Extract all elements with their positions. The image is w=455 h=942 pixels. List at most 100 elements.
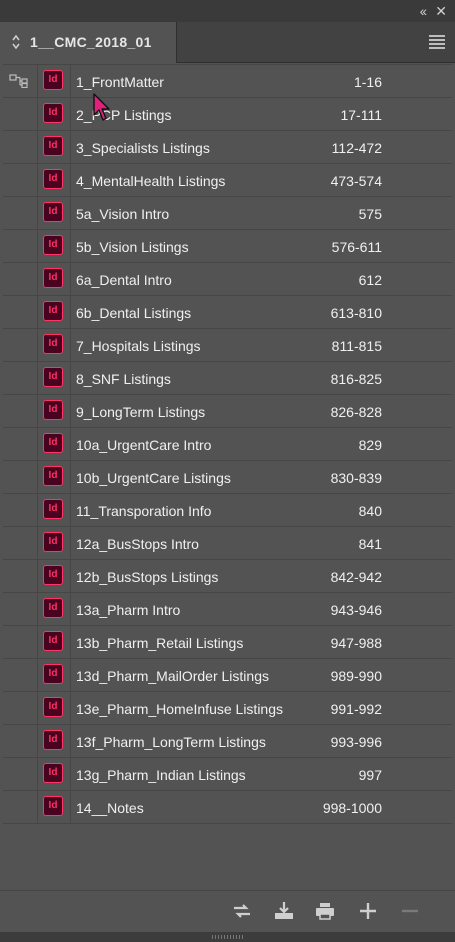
- document-icon-cell: Id: [38, 791, 71, 823]
- style-source-cell[interactable]: [3, 395, 38, 427]
- document-name: 13g_Pharm_Indian Listings: [76, 767, 246, 783]
- document-name: 13a_Pharm Intro: [76, 602, 181, 618]
- indesign-document-icon: Id: [43, 334, 63, 354]
- style-source-cell[interactable]: [3, 296, 38, 328]
- grip-dots-icon: [212, 935, 244, 939]
- document-icon-cell: Id: [38, 461, 71, 493]
- style-source-cell[interactable]: [3, 626, 38, 658]
- list-item[interactable]: Id 1_FrontMatter 1-16: [3, 65, 452, 98]
- page-range: 841: [358, 536, 382, 552]
- list-item[interactable]: Id 12b_BusStops Listings 842-942: [3, 560, 452, 593]
- style-source-cell[interactable]: [3, 164, 38, 196]
- document-name: 6a_Dental Intro: [76, 272, 172, 288]
- list-item[interactable]: Id 5a_Vision Intro 575: [3, 197, 452, 230]
- list-item[interactable]: Id 13d_Pharm_MailOrder Listings 989-990: [3, 659, 452, 692]
- tab-title: 1__CMC_2018_01: [30, 34, 152, 50]
- style-source-cell[interactable]: [3, 494, 38, 526]
- style-source-cell[interactable]: [3, 692, 38, 724]
- document-icon-cell: Id: [38, 65, 71, 97]
- indesign-document-icon: Id: [43, 169, 63, 189]
- close-panel-icon[interactable]: ✕: [435, 2, 447, 20]
- page-range: 943-946: [330, 602, 382, 618]
- list-item[interactable]: Id 14__Notes 998-1000: [3, 791, 452, 824]
- style-source-cell[interactable]: [3, 131, 38, 163]
- document-icon-cell: Id: [38, 428, 71, 460]
- list-item[interactable]: Id 13g_Pharm_Indian Listings 997: [3, 758, 452, 791]
- style-source-cell[interactable]: [3, 725, 38, 757]
- page-range: 816-825: [330, 371, 382, 387]
- document-name: 13b_Pharm_Retail Listings: [76, 635, 244, 651]
- list-item[interactable]: Id 6a_Dental Intro 612: [3, 263, 452, 296]
- document-icon-cell: Id: [38, 659, 71, 691]
- document-name: 12a_BusStops Intro: [76, 536, 199, 552]
- page-range: 473-574: [330, 173, 382, 189]
- list-item[interactable]: Id 4_MentalHealth Listings 473-574: [3, 164, 452, 197]
- sort-updown-icon: [12, 34, 20, 50]
- style-source-cell[interactable]: [3, 98, 38, 130]
- list-item[interactable]: Id 7_Hospitals Listings 811-815: [3, 329, 452, 362]
- style-source-cell[interactable]: [3, 791, 38, 823]
- style-source-cell[interactable]: [3, 428, 38, 460]
- document-icon-cell: Id: [38, 362, 71, 394]
- list-item[interactable]: Id 12a_BusStops Intro 841: [3, 527, 452, 560]
- style-source-cell[interactable]: [3, 230, 38, 262]
- list-item[interactable]: Id 13a_Pharm Intro 943-946: [3, 593, 452, 626]
- list-item[interactable]: Id 10b_UrgentCare Listings 830-839: [3, 461, 452, 494]
- add-icon[interactable]: [357, 900, 379, 922]
- tab-bar: 1__CMC_2018_01: [0, 22, 455, 63]
- list-item[interactable]: Id 6b_Dental Listings 613-810: [3, 296, 452, 329]
- collapse-panel-icon[interactable]: ‹‹: [420, 2, 427, 20]
- list-item[interactable]: Id 13f_Pharm_LongTerm Listings 993-996: [3, 725, 452, 758]
- indesign-document-icon: Id: [43, 796, 63, 816]
- style-source-cell[interactable]: [3, 758, 38, 790]
- page-range: 989-990: [330, 668, 382, 684]
- list-item[interactable]: Id 13b_Pharm_Retail Listings 947-988: [3, 626, 452, 659]
- style-source-cell[interactable]: [3, 659, 38, 691]
- list-item[interactable]: Id 3_Specialists Listings 112-472: [3, 131, 452, 164]
- document-icon-cell: Id: [38, 164, 71, 196]
- indesign-document-icon: Id: [43, 466, 63, 486]
- list-item[interactable]: Id 9_LongTerm Listings 826-828: [3, 395, 452, 428]
- indesign-document-icon: Id: [43, 565, 63, 585]
- style-source-cell[interactable]: [3, 527, 38, 559]
- indesign-document-icon: Id: [43, 268, 63, 288]
- bottom-toolbar: [0, 890, 455, 933]
- document-name: 10a_UrgentCare Intro: [76, 437, 212, 453]
- indesign-document-icon: Id: [43, 70, 63, 90]
- style-source-cell[interactable]: [3, 65, 38, 97]
- style-source-cell[interactable]: [3, 593, 38, 625]
- document-name: 4_MentalHealth Listings: [76, 173, 226, 189]
- document-icon-cell: Id: [38, 560, 71, 592]
- document-icon-cell: Id: [38, 527, 71, 559]
- tab-book[interactable]: 1__CMC_2018_01: [0, 22, 177, 63]
- list-item[interactable]: Id 10a_UrgentCare Intro 829: [3, 428, 452, 461]
- list-item[interactable]: Id 11_Transporation Info 840: [3, 494, 452, 527]
- style-source-cell[interactable]: [3, 263, 38, 295]
- page-range: 811-815: [331, 338, 382, 354]
- document-name: 2_PCP Listings: [76, 107, 172, 123]
- style-source-cell[interactable]: [3, 362, 38, 394]
- resize-grip[interactable]: [0, 932, 455, 942]
- page-range: 830-839: [330, 470, 382, 486]
- list-item[interactable]: Id 8_SNF Listings 816-825: [3, 362, 452, 395]
- style-source-icon: [9, 74, 28, 88]
- print-icon[interactable]: [314, 900, 336, 922]
- document-name: 13d_Pharm_MailOrder Listings: [76, 668, 269, 684]
- page-range: 829: [358, 437, 382, 453]
- list-item[interactable]: Id 13e_Pharm_HomeInfuse Listings 991-992: [3, 692, 452, 725]
- page-range: 840: [358, 503, 382, 519]
- add-document-icon[interactable]: [273, 900, 295, 922]
- style-source-cell[interactable]: [3, 560, 38, 592]
- indesign-document-icon: Id: [43, 499, 63, 519]
- remove-icon[interactable]: [399, 900, 421, 922]
- synchronize-icon[interactable]: [231, 900, 253, 922]
- document-icon-cell: Id: [38, 626, 71, 658]
- style-source-cell[interactable]: [3, 329, 38, 361]
- document-icon-cell: Id: [38, 395, 71, 427]
- list-item[interactable]: Id 5b_Vision Listings 576-611: [3, 230, 452, 263]
- style-source-cell[interactable]: [3, 197, 38, 229]
- panel-menu-icon[interactable]: [429, 35, 445, 49]
- style-source-cell[interactable]: [3, 461, 38, 493]
- page-range: 842-942: [330, 569, 382, 585]
- list-item[interactable]: Id 2_PCP Listings 17-111: [3, 98, 452, 131]
